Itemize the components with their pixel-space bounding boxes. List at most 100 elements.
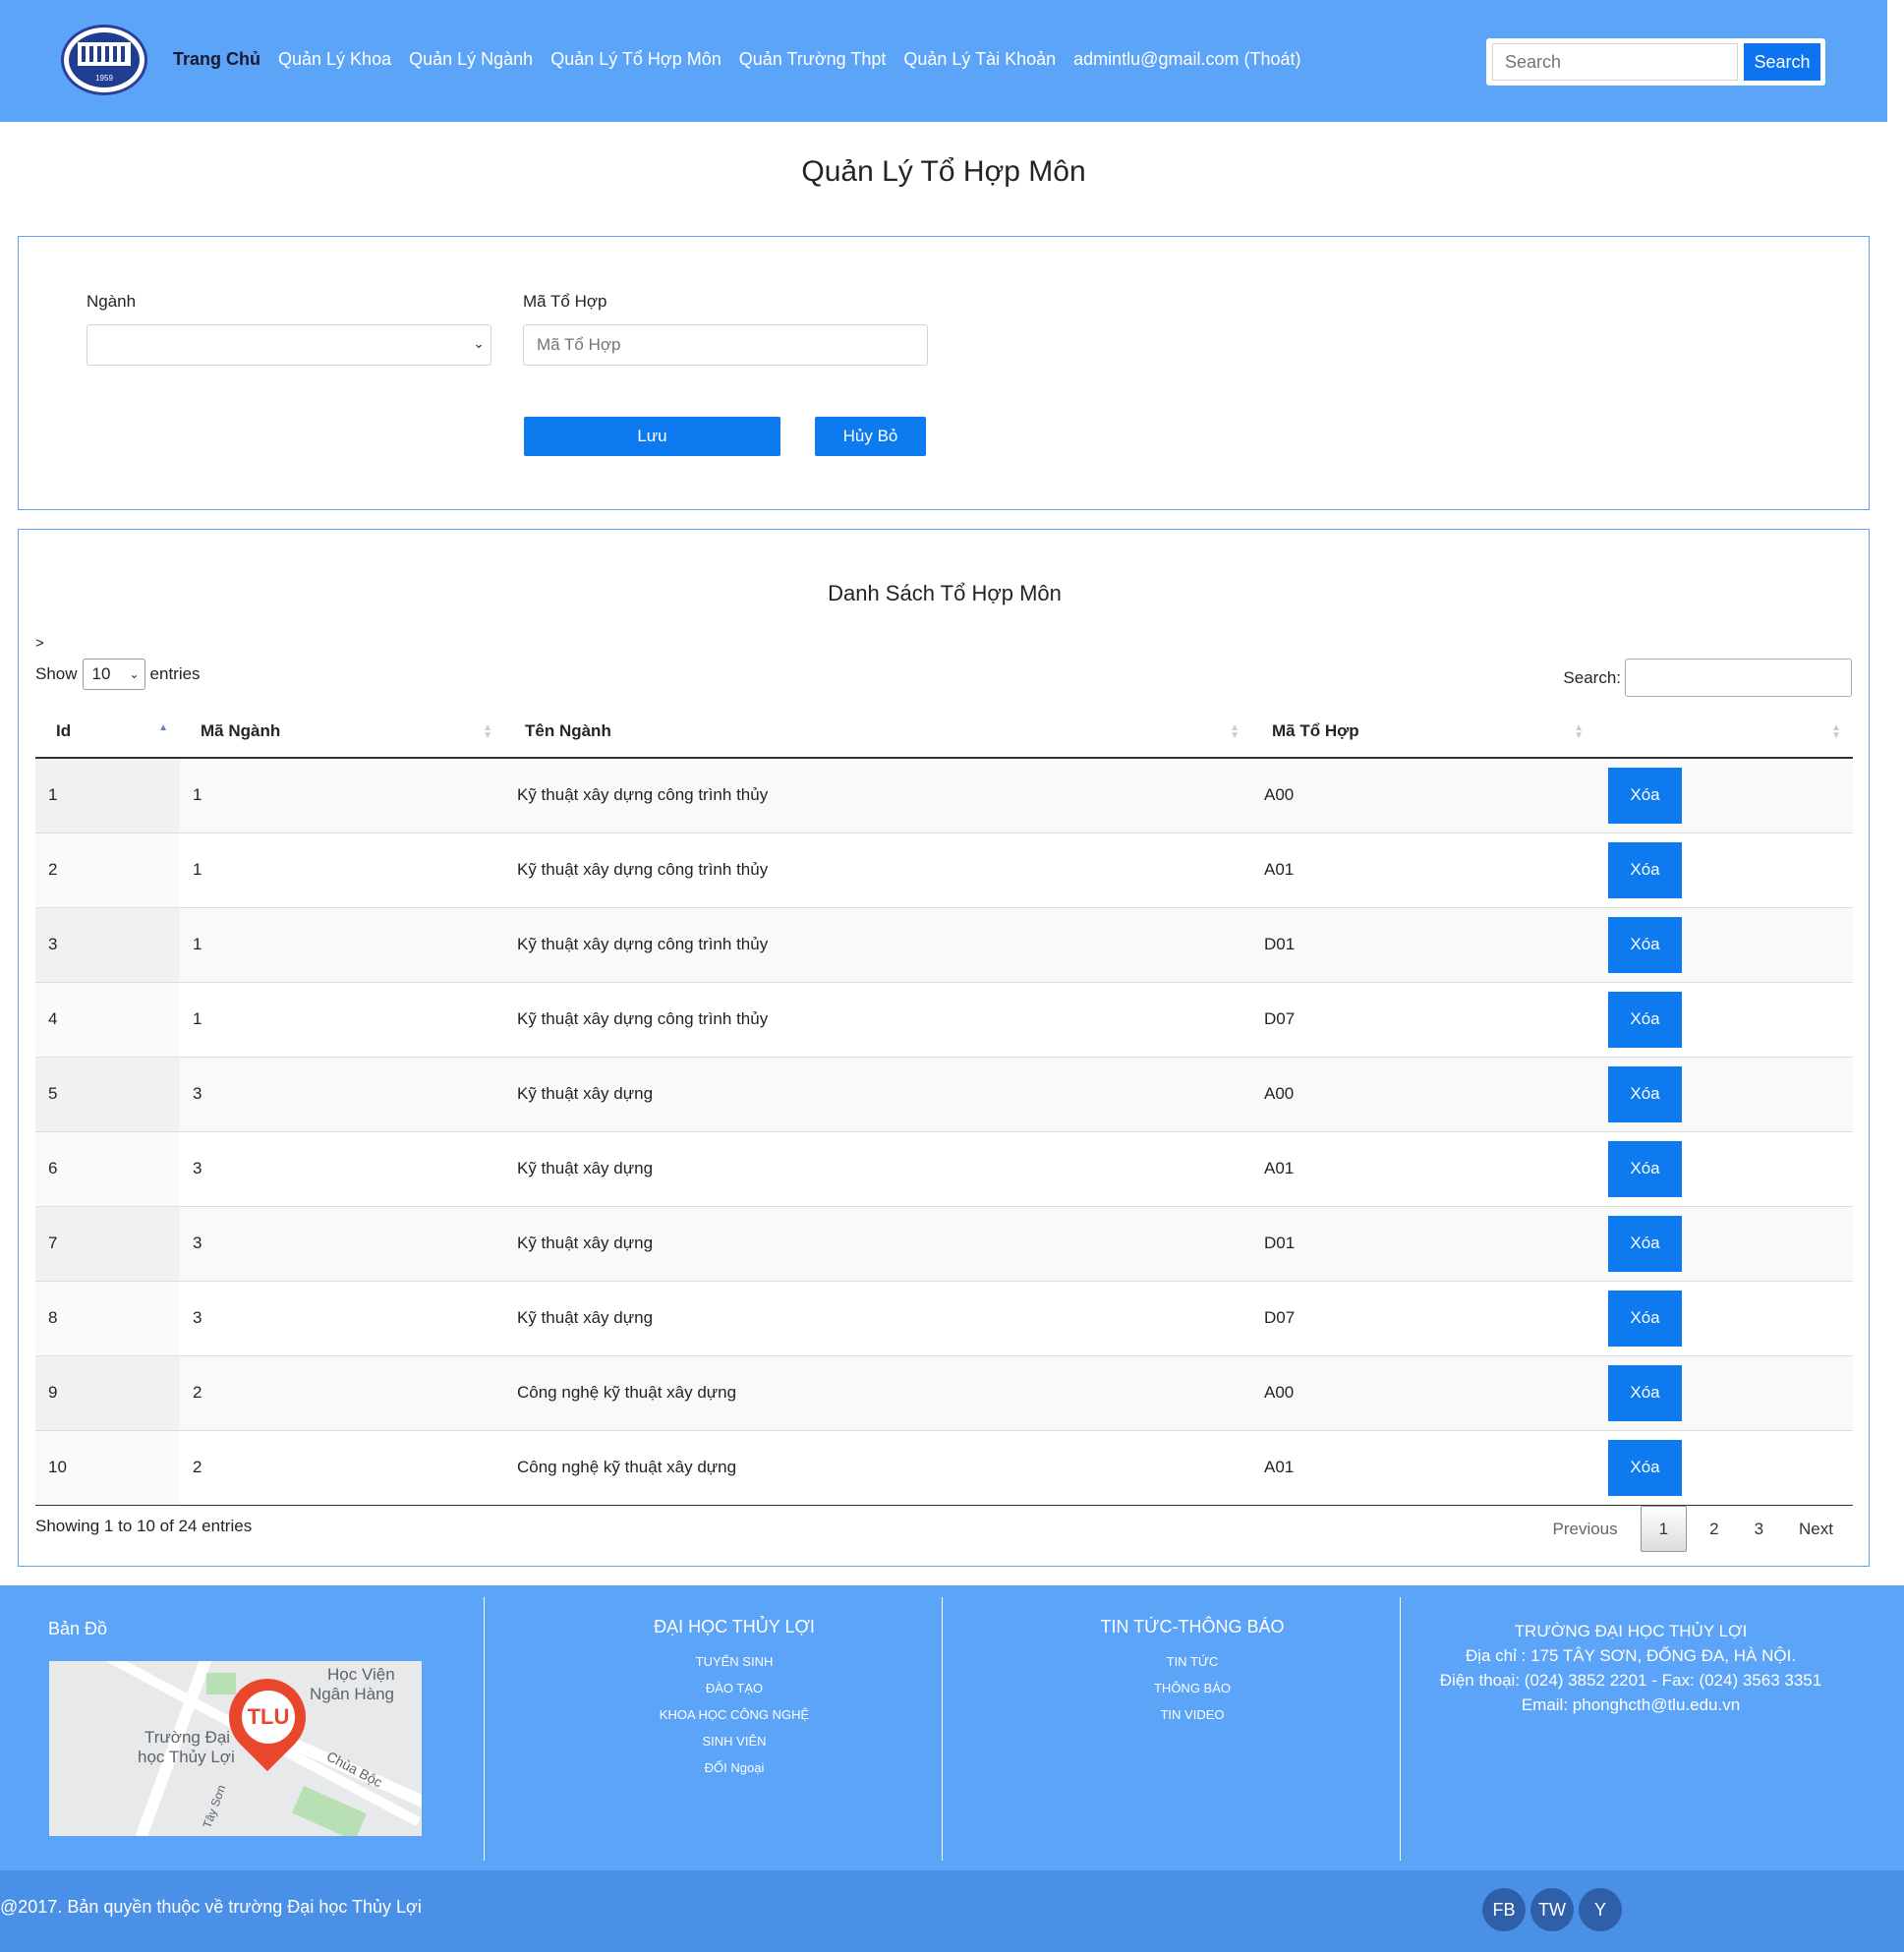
table-row: 3 1 Kỹ thuật xây dựng công trình thủy D01 Xó… (35, 906, 1853, 982)
contact-name: TRƯỜNG ĐẠI HỌC THỦY LỢI (1514, 1622, 1748, 1640)
cell-id: 3 (35, 906, 180, 982)
footer-col2-links: TUYỂN SINH ĐÀO TẠO KHOA HỌC CÔNG NGHỆ SI… (505, 1648, 963, 1781)
nav-search-input[interactable] (1492, 43, 1738, 81)
cell-actions: Xóa (1595, 1354, 1853, 1430)
cell-id: 5 (35, 1056, 180, 1131)
nganh-select[interactable]: ⌄ (87, 324, 491, 366)
delete-button[interactable]: Xóa (1608, 1065, 1682, 1122)
cell-ma-nganh: 3 (180, 1056, 504, 1131)
chevron-down-icon: ⌄ (129, 667, 140, 681)
footer-col2-title: ĐẠI HỌC THỦY LỢI (654, 1617, 815, 1636)
pagination-next[interactable]: Next (1781, 1507, 1851, 1551)
cell-ten-nganh: Kỹ thuật xây dựng (504, 1205, 1251, 1281)
nav-link-nganh[interactable]: Quản Lý Ngành (409, 49, 533, 70)
footer-col3-links: TIN TỨC THÔNG BÁO TIN VIDEO (963, 1648, 1421, 1728)
footer: Bản Đồ Học Viện Ngân Hàng Trường Đại học… (0, 1585, 1904, 1870)
pagination-page-3[interactable]: 3 (1737, 1507, 1781, 1551)
cell-ten-nganh: Kỹ thuật xây dựng công trình thủy (504, 832, 1251, 907)
table-row: 5 3 Kỹ thuật xây dựng A00 Xóa (35, 1056, 1853, 1131)
table-row: 2 1 Kỹ thuật xây dựng công trình thủy A01 Xó… (35, 832, 1853, 907)
delete-button[interactable]: Xóa (1608, 1215, 1682, 1272)
page-title: Quản Lý Tổ Hợp Môn (801, 155, 1086, 188)
youtube-button[interactable]: Y (1579, 1888, 1622, 1931)
delete-button[interactable]: Xóa (1608, 916, 1682, 973)
pagination-page-2[interactable]: 2 (1692, 1507, 1736, 1551)
pagination-page-1[interactable]: 1 (1640, 1506, 1688, 1552)
cell-ten-nganh: Kỹ thuật xây dựng (504, 1280, 1251, 1355)
sort-asc-icon: ▲ (158, 722, 168, 733)
cell-actions: Xóa (1595, 906, 1853, 982)
nav-search-button[interactable]: Search (1744, 43, 1820, 81)
nav-link-logout[interactable]: admintlu@gmail.com (Thoát) (1073, 49, 1300, 70)
delete-button[interactable]: Xóa (1608, 767, 1682, 824)
table-info: Showing 1 to 10 of 24 entries (35, 1517, 253, 1535)
cell-id: 1 (35, 758, 180, 832)
footer-link-tin-tuc[interactable]: TIN TỨC (963, 1648, 1421, 1675)
nav-link-home[interactable]: Trang Chủ (173, 49, 260, 70)
column-header-ma-nganh[interactable]: Mã Ngành ▲ ▼ (180, 705, 504, 759)
nav-link-truong-thpt[interactable]: Quản Trường Thpt (739, 49, 887, 70)
map-label-place1b: Ngân Hàng (310, 1685, 395, 1703)
delete-button[interactable]: Xóa (1608, 991, 1682, 1048)
cell-ma-to-hop: D01 (1251, 1205, 1595, 1281)
column-header-id[interactable]: Id ▲ (35, 705, 180, 759)
cell-ten-nganh: Công nghệ kỹ thuật xây dựng (504, 1429, 1251, 1506)
table-row: 4 1 Kỹ thuật xây dựng công trình thủy D07 Xó… (35, 981, 1853, 1057)
cell-ma-to-hop: A00 (1251, 1354, 1595, 1430)
delete-button[interactable]: Xóa (1608, 1140, 1682, 1197)
cell-id: 10 (35, 1429, 180, 1506)
twitter-button[interactable]: TW (1530, 1888, 1574, 1931)
cell-ma-to-hop: A00 (1251, 1056, 1595, 1131)
entries-label: entries (149, 664, 201, 683)
delete-button[interactable]: Xóa (1608, 1364, 1682, 1421)
cell-ten-nganh: Kỹ thuật xây dựng công trình thủy (504, 981, 1251, 1057)
save-button[interactable]: Lưu (524, 417, 780, 456)
footer-contact: TRƯỜNG ĐẠI HỌC THỦY LỢI Địa chỉ : 175 TÂ… (1402, 1619, 1860, 1717)
delete-button[interactable]: Xóa (1608, 841, 1682, 898)
delete-button[interactable]: Xóa (1608, 1290, 1682, 1347)
chevron-down-icon: ⌄ (473, 335, 485, 351)
nav-link-to-hop-mon[interactable]: Quản Lý Tổ Hợp Môn (550, 49, 721, 70)
map-label-place2: Trường Đại (144, 1728, 231, 1747)
table-row: 10 2 Công nghệ kỹ thuật xây dựng A01 Xóa (35, 1429, 1853, 1506)
footer-link-thong-bao[interactable]: THÔNG BÁO (963, 1675, 1421, 1701)
logo-year: 1959 (95, 74, 113, 83)
table-row: 8 3 Kỹ thuật xây dựng D07 Xóa (35, 1280, 1853, 1355)
cell-ma-to-hop: A01 (1251, 1130, 1595, 1206)
cell-ma-to-hop: D07 (1251, 981, 1595, 1057)
cancel-button[interactable]: Hủy Bỏ (815, 417, 926, 456)
university-logo[interactable]: 1959 (61, 25, 147, 95)
cell-id: 7 (35, 1205, 180, 1281)
column-header-ten-nganh[interactable]: Tên Ngành ▲ ▼ (504, 705, 1251, 759)
column-header-ma-to-hop[interactable]: Mã Tổ Hợp ▲ ▼ (1251, 705, 1595, 759)
nav-links: Trang Chủ Quản Lý Khoa Quản Lý Ngành Quả… (173, 49, 1319, 70)
table-row: 1 1 Kỹ thuật xây dựng công trình thủy A00 Xó… (35, 758, 1853, 832)
map-label-place1: Học Viện (327, 1665, 395, 1684)
cell-ma-nganh: 3 (180, 1130, 504, 1206)
footer-link-doi-ngoai[interactable]: ĐỐI Ngoại (505, 1754, 963, 1781)
cell-ma-to-hop: D01 (1251, 906, 1595, 982)
footer-link-dao-tao[interactable]: ĐÀO TẠO (505, 1675, 963, 1701)
table-search-input[interactable] (1625, 659, 1852, 697)
sort-icon: ▲ ▼ (1831, 722, 1841, 741)
cell-ten-nganh: Công nghệ kỹ thuật xây dựng (504, 1354, 1251, 1430)
table-row: 7 3 Kỹ thuật xây dựng D01 Xóa (35, 1205, 1853, 1281)
nav-link-tai-khoan[interactable]: Quản Lý Tài Khoản (903, 49, 1056, 70)
nav-link-khoa[interactable]: Quản Lý Khoa (278, 49, 391, 70)
footer-link-tuyen-sinh[interactable]: TUYỂN SINH (505, 1648, 963, 1675)
page-length-select[interactable]: 10 ⌄ (82, 659, 145, 690)
footer-link-tin-video[interactable]: TIN VIDEO (963, 1701, 1421, 1728)
contact-phone: Điện thoại: (024) 3852 2201 - Fax: (024)… (1439, 1671, 1822, 1690)
cell-ma-nganh: 1 (180, 906, 504, 982)
campus-map[interactable]: Học Viện Ngân Hàng Trường Đại học Thủy L… (49, 1661, 422, 1836)
cell-ten-nganh: Kỹ thuật xây dựng công trình thủy (504, 758, 1251, 832)
pagination-previous[interactable]: Previous (1534, 1507, 1635, 1551)
facebook-button[interactable]: FB (1482, 1888, 1526, 1931)
cell-ma-nganh: 2 (180, 1429, 504, 1506)
footer-link-sinh-vien[interactable]: SINH VIÊN (505, 1728, 963, 1754)
ma-to-hop-input[interactable] (523, 324, 928, 366)
column-header-actions[interactable]: ▲ ▼ (1595, 705, 1853, 759)
footer-link-khcn[interactable]: KHOA HỌC CÔNG NGHỆ (505, 1701, 963, 1728)
map-label-street2: Tây Sơn (200, 1783, 229, 1830)
delete-button[interactable]: Xóa (1608, 1439, 1682, 1496)
